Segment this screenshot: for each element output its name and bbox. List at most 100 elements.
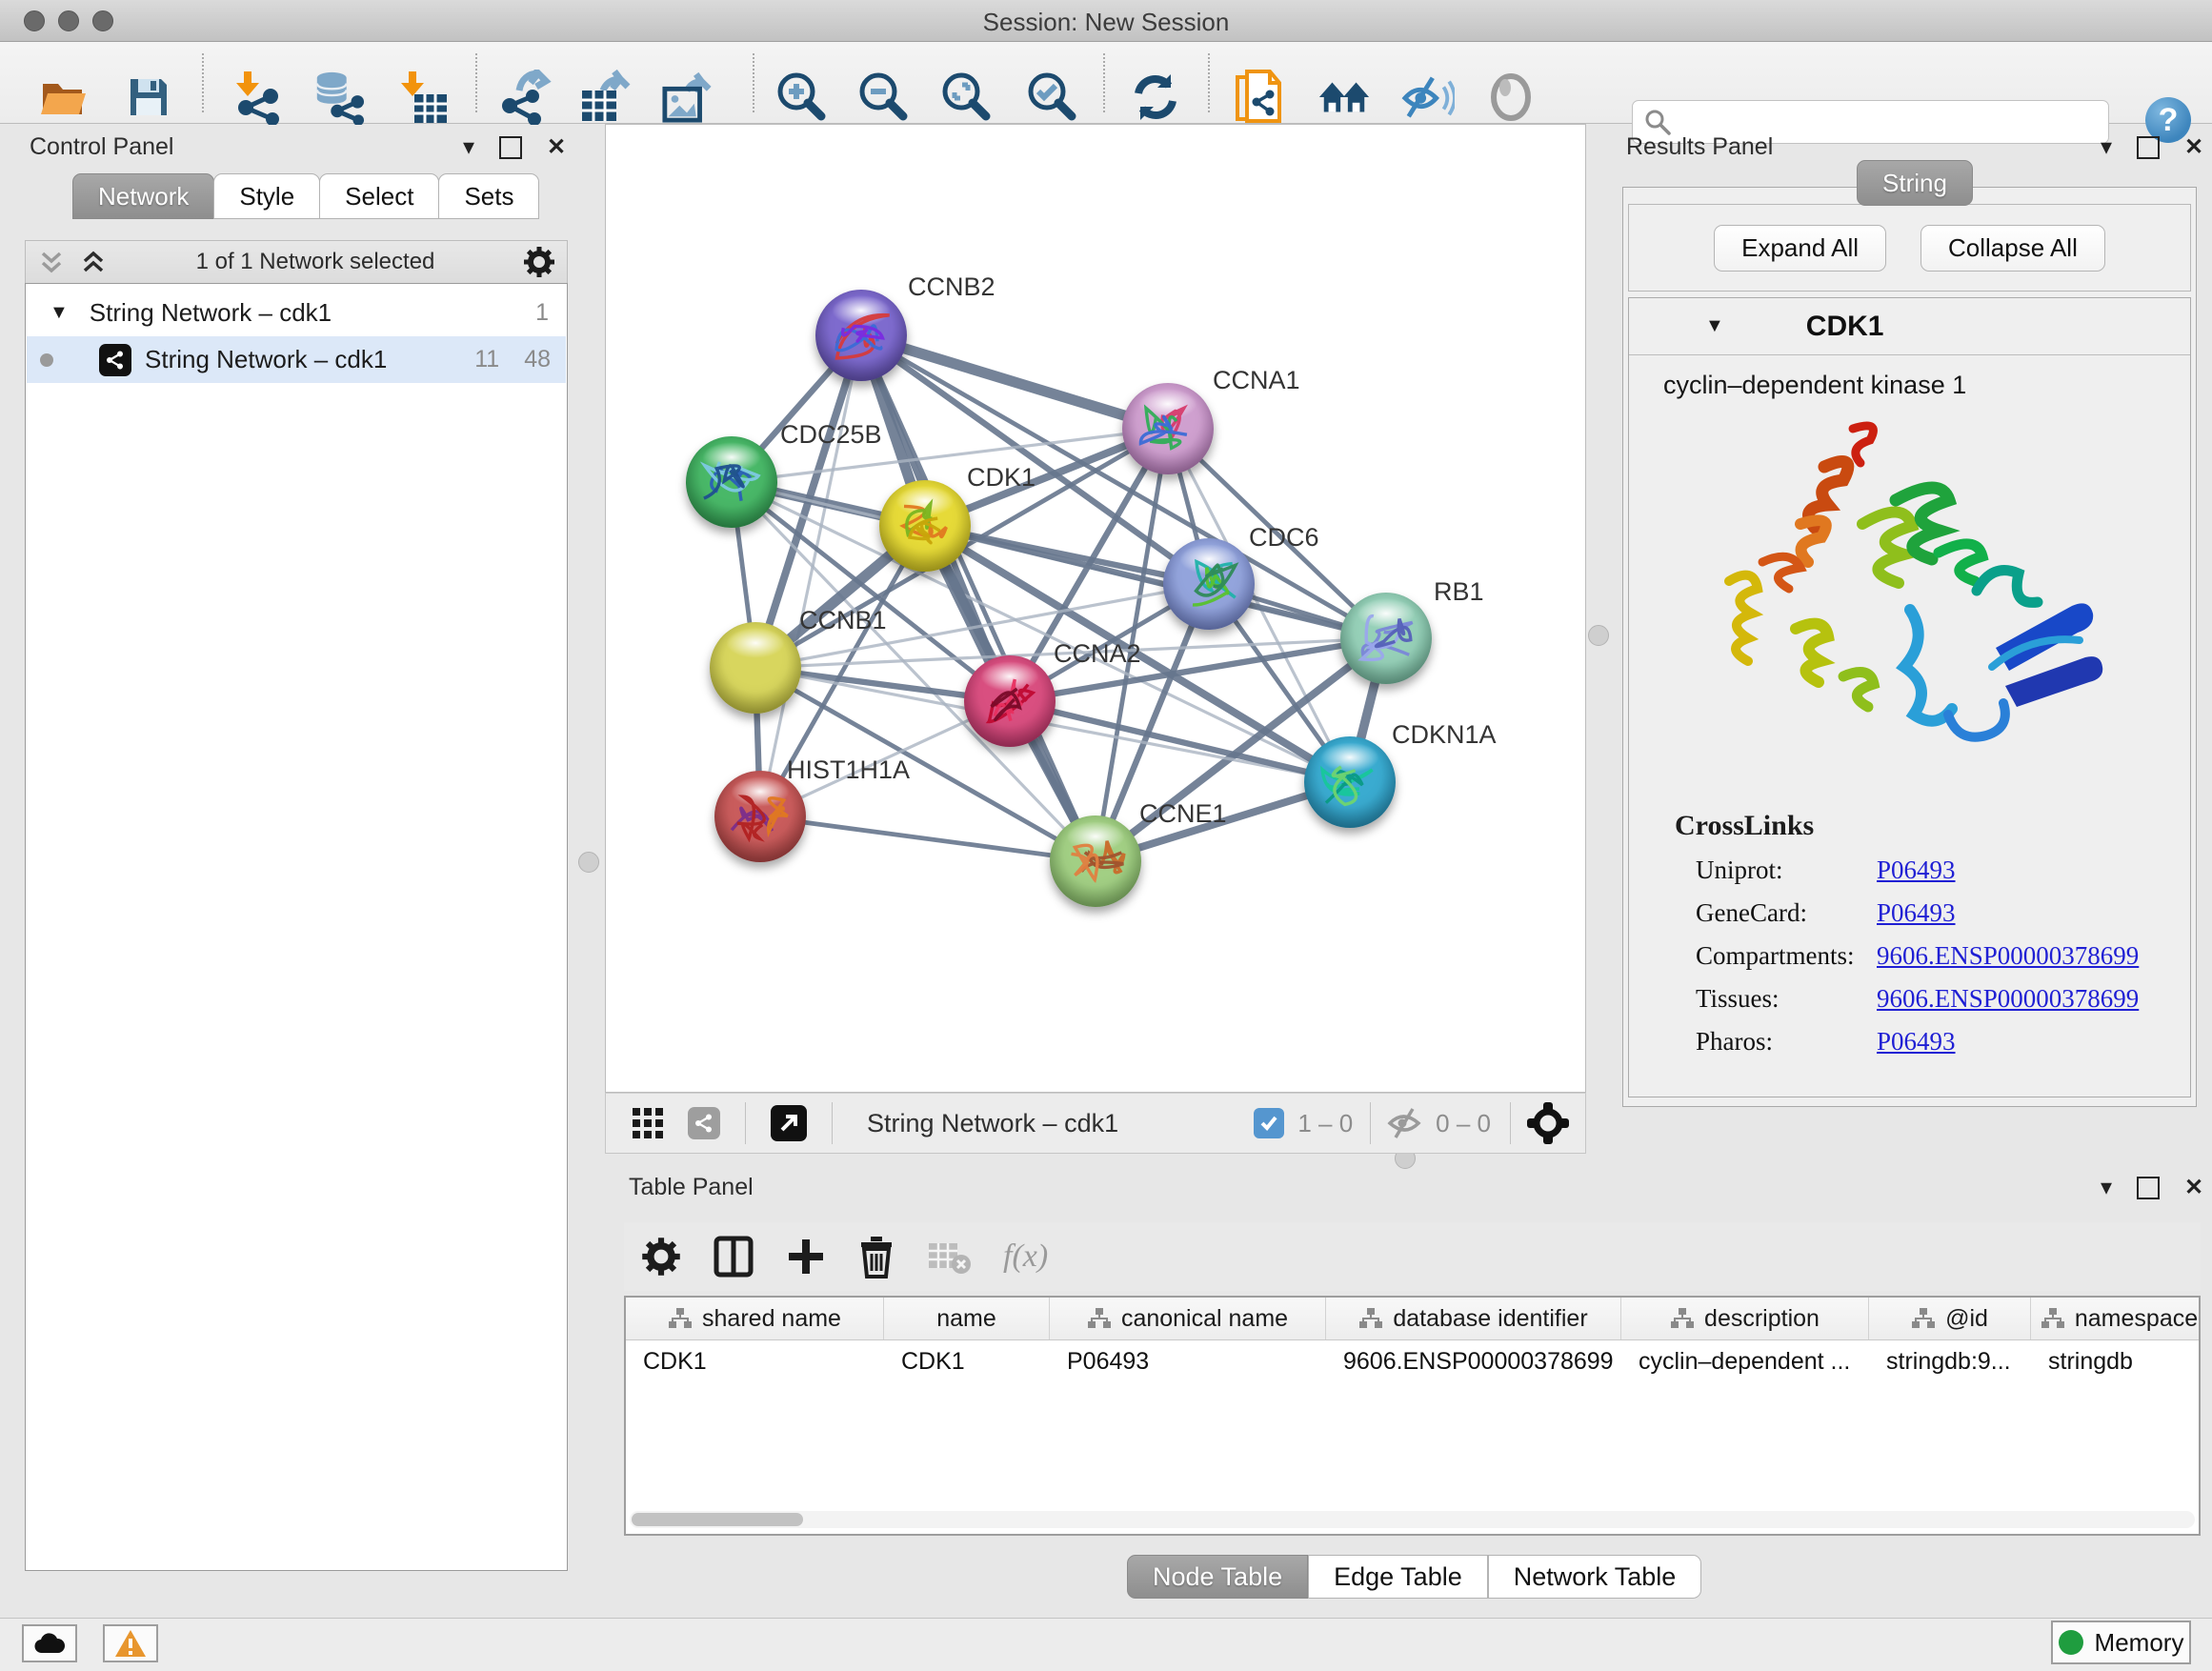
node-label-CCNE1: CCNE1 [1139,799,1227,829]
column-header-namespace[interactable]: namespace [2031,1298,2201,1339]
results-panel-minimize-button[interactable] [2137,136,2160,159]
expand-all-button[interactable]: Expand All [1714,225,1886,272]
column-header-name[interactable]: name [884,1298,1050,1339]
selected-items-checkbox[interactable] [1254,1108,1284,1138]
table-panel-minimize-button[interactable] [2137,1177,2160,1199]
control-tab-network[interactable]: Network [72,173,214,219]
table-row[interactable]: CDK1CDK1P064939606.ENSP00000378699cyclin… [626,1340,2199,1382]
table-cell[interactable]: cyclin–dependent ... [1621,1340,1869,1382]
open-in-new-window-button[interactable] [771,1105,807,1141]
warnings-button[interactable] [103,1624,158,1662]
show-glass-effect-button[interactable] [1484,70,1538,124]
zoom-out-button[interactable] [855,70,909,124]
column-header--id[interactable]: @id [1869,1298,2031,1339]
network-node-CDC6[interactable] [1163,538,1255,630]
table-cell[interactable]: P06493 [1050,1340,1326,1382]
save-session-button[interactable] [122,70,175,124]
node-gloss-highlight [726,628,784,659]
results-tab-string[interactable]: String [1857,160,1973,206]
add-column-icon[interactable] [786,1237,826,1277]
network-node-CCNB1[interactable] [710,622,801,714]
crosslink-link[interactable]: P06493 [1877,1027,1956,1057]
results-tab-label: String [1882,169,1947,198]
string-view-badge[interactable] [688,1107,720,1139]
column-header-shared-name[interactable]: shared name [626,1298,884,1339]
tab-network-table[interactable]: Network Table [1488,1555,1702,1599]
control-panel-minimize-button[interactable] [499,136,522,159]
export-network-button[interactable] [498,70,552,124]
collapse-all-button[interactable]: Collapse All [1920,225,2105,272]
column-header-canonical-name[interactable]: canonical name [1050,1298,1326,1339]
table-cell[interactable]: stringdb [2031,1340,2201,1382]
network-node-RB1[interactable] [1340,593,1432,684]
control-tab-sets[interactable]: Sets [438,173,539,219]
import-network-file-button[interactable] [231,70,285,124]
birdseye-grid-icon[interactable] [631,1106,665,1140]
network-node-CDKN1A[interactable] [1304,736,1396,828]
network-row[interactable]: String Network – cdk1 11 48 [27,336,566,383]
network-node-CCNB2[interactable] [815,290,907,381]
collection-expand-triangle[interactable]: ▼ [50,302,69,324]
hide-glass-effect-button[interactable] [1401,70,1455,124]
table-horizontal-scrollbar[interactable] [630,1511,2195,1528]
network-node-CDK1[interactable] [879,480,971,572]
network-node-CDC25B[interactable] [686,436,777,528]
zoom-fit-button[interactable] [938,70,992,124]
left-splitter-handle[interactable] [578,852,599,873]
table-panel-close-button[interactable]: ✕ [2184,1174,2203,1201]
right-splitter-handle[interactable] [1588,625,1609,646]
network-node-CCNA1[interactable] [1122,383,1214,474]
memory-label: Memory [2095,1628,2184,1658]
control-tab-style[interactable]: Style [213,173,320,219]
network-node-CCNE1[interactable] [1050,815,1141,907]
control-panel-float-button[interactable]: ▾ [463,133,474,161]
network-list-options-gear-icon[interactable] [523,246,555,278]
show-columns-icon[interactable] [714,1236,754,1278]
export-table-button[interactable] [578,70,632,124]
zoom-in-button[interactable] [774,70,827,124]
pan-crosshair-icon[interactable] [1526,1101,1570,1145]
network-node-CCNA2[interactable] [964,655,1056,747]
clone-network-button[interactable] [1233,70,1286,124]
crosslink-link[interactable]: 9606.ENSP00000378699 [1877,941,2139,971]
expand-all-icon[interactable] [79,248,108,276]
cloud-status-button[interactable] [22,1624,77,1662]
control-tab-select[interactable]: Select [319,173,439,219]
column-mapping-icon [1670,1307,1695,1330]
scrollbar-thumb[interactable] [632,1513,803,1526]
network-collection-row[interactable]: ▼ String Network – cdk1 1 [27,290,566,336]
gene-card-header[interactable]: ▼ CDK1 [1629,298,2190,355]
refresh-button[interactable] [1129,70,1182,124]
column-header-description[interactable]: description [1621,1298,1869,1339]
zoom-selected-button[interactable] [1024,70,1077,124]
results-panel-float-button[interactable]: ▾ [2101,133,2112,161]
delete-column-trash-icon[interactable] [858,1235,895,1278]
collapse-all-icon[interactable] [37,248,66,276]
memory-button[interactable]: Memory [2051,1621,2191,1664]
tab-edge-table[interactable]: Edge Table [1308,1555,1488,1599]
table-cell[interactable]: CDK1 [884,1340,1050,1382]
table-panel-float-button[interactable]: ▾ [2101,1174,2112,1201]
search-input[interactable] [1679,109,2088,135]
crosslink-link[interactable]: P06493 [1877,856,1956,885]
string-home-button[interactable] [1317,70,1371,124]
control-panel-close-button[interactable]: ✕ [547,133,566,161]
import-network-database-button[interactable] [312,70,365,124]
crosslink-link[interactable]: P06493 [1877,898,1956,928]
export-image-button[interactable] [661,70,714,124]
crosslink-row: Uniprot:P06493 [1696,856,2190,885]
table-cell[interactable]: 9606.ENSP00000378699 [1326,1340,1621,1382]
column-header-database-identifier[interactable]: database identifier [1326,1298,1621,1339]
network-canvas[interactable]: CCNB2CCNA1CDC25BCDK1CDC6RB1CCNB1CCNA2CDK… [605,124,1586,1093]
crosslink-link[interactable]: 9606.ENSP00000378699 [1877,984,2139,1014]
table-options-gear-icon[interactable] [641,1237,681,1277]
import-table-file-button[interactable] [398,70,452,124]
table-cell[interactable]: CDK1 [626,1340,884,1382]
results-panel-title: Results Panel [1626,133,1773,161]
results-panel-close-button[interactable]: ✕ [2184,133,2203,161]
gene-collapse-triangle[interactable]: ▼ [1705,315,1724,337]
import-network-icon [232,70,284,125]
open-session-button[interactable] [38,70,91,124]
tab-node-table[interactable]: Node Table [1127,1555,1308,1599]
table-cell[interactable]: stringdb:9... [1869,1340,2031,1382]
